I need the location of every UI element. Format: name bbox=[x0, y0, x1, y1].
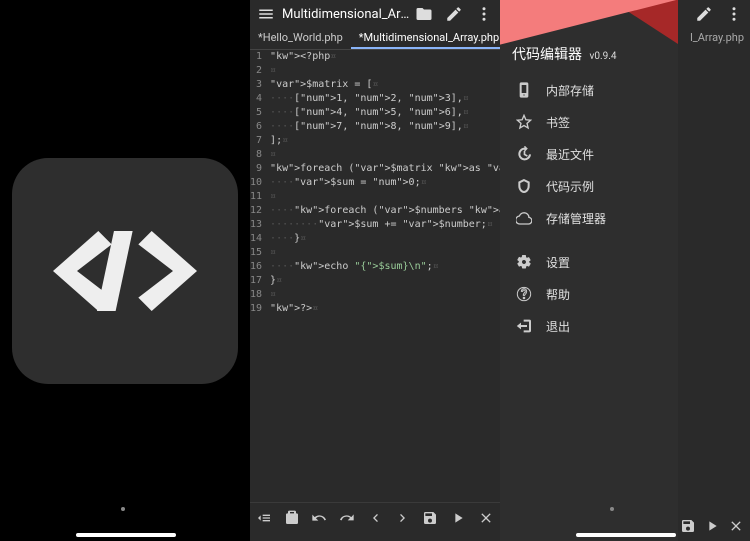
drawer-item-label: 内部存储 bbox=[546, 82, 594, 99]
drawer-app-name: 代码编辑器 bbox=[512, 47, 582, 63]
drawer-item-label: 最近文件 bbox=[546, 146, 594, 163]
cloud-icon bbox=[516, 210, 532, 226]
save-icon[interactable] bbox=[420, 508, 440, 528]
drawer-item-label: 设置 bbox=[546, 254, 570, 271]
arrow-left-icon[interactable] bbox=[365, 508, 385, 528]
redo-icon[interactable] bbox=[337, 508, 357, 528]
nav-home-bar[interactable] bbox=[576, 533, 676, 537]
drawer-item-gear[interactable]: 设置 bbox=[500, 246, 678, 278]
menu-icon[interactable] bbox=[254, 2, 278, 26]
gear-icon bbox=[516, 254, 532, 270]
tab-hello-world[interactable]: *Hello_World.php bbox=[250, 28, 351, 49]
panel-editor: Multidimensional_Array... *Hello_World.p… bbox=[250, 0, 500, 541]
drawer-header: 代码编辑器 v0.9.4 bbox=[500, 0, 678, 74]
arrow-right-icon[interactable] bbox=[393, 508, 413, 528]
line-number-gutter: 12345678910111213141516171819 bbox=[250, 50, 266, 502]
drawer-item-exit[interactable]: 退出 bbox=[500, 310, 678, 342]
drawer-item-label: 存储管理器 bbox=[546, 210, 606, 227]
clipboard-icon[interactable] bbox=[282, 508, 302, 528]
drawer-version: v0.9.4 bbox=[589, 51, 616, 62]
drawer-item-label: 帮助 bbox=[546, 286, 570, 303]
drawer-item-label: 书签 bbox=[546, 114, 570, 131]
play-icon[interactable] bbox=[448, 508, 468, 528]
nav-home-bar[interactable] bbox=[76, 533, 176, 537]
overflow-icon[interactable] bbox=[472, 2, 496, 26]
editor-title: Multidimensional_Array... bbox=[278, 7, 412, 22]
bg-tab-label[interactable]: l_Array.php bbox=[684, 28, 750, 50]
pencil-icon[interactable] bbox=[442, 2, 466, 26]
app-icon bbox=[12, 158, 238, 384]
overflow-icon[interactable] bbox=[722, 2, 746, 26]
drawer-item-phone[interactable]: 内部存储 bbox=[500, 74, 678, 106]
help-icon bbox=[516, 286, 532, 302]
code-editor[interactable]: 12345678910111213141516171819 "kw"><?php… bbox=[250, 50, 500, 502]
indent-icon[interactable] bbox=[254, 508, 274, 528]
editor-topbar: Multidimensional_Array... bbox=[250, 0, 500, 28]
panel-drawer: l_Array.php 代码编辑器 v0.9.4 内部存储书签最近文件代码示例存… bbox=[500, 0, 750, 541]
sample-icon bbox=[516, 178, 532, 194]
editor-tabs: *Hello_World.php *Multidimensional_Array… bbox=[250, 28, 500, 50]
drawer-item-history[interactable]: 最近文件 bbox=[500, 138, 678, 170]
editor-bottombar bbox=[250, 502, 500, 532]
save-icon[interactable] bbox=[680, 518, 696, 534]
page-indicator-dot bbox=[121, 507, 125, 511]
panel-appicon bbox=[0, 0, 250, 541]
drawer-item-star[interactable]: 书签 bbox=[500, 106, 678, 138]
phone-icon bbox=[516, 82, 532, 98]
close-icon[interactable] bbox=[476, 508, 496, 528]
page-indicator-dot bbox=[610, 507, 614, 511]
code-icon bbox=[45, 221, 205, 321]
history-icon bbox=[516, 146, 532, 162]
play-icon[interactable] bbox=[704, 518, 720, 534]
pencil-icon[interactable] bbox=[692, 2, 716, 26]
drawer-item-cloud[interactable]: 存储管理器 bbox=[500, 202, 678, 234]
drawer-item-sample[interactable]: 代码示例 bbox=[500, 170, 678, 202]
close-icon[interactable] bbox=[728, 518, 744, 534]
star-icon bbox=[516, 114, 532, 130]
drawer-item-help[interactable]: 帮助 bbox=[500, 278, 678, 310]
code-area[interactable]: "kw"><?php¤¤"var">$matrix = [¤····["num"… bbox=[266, 50, 500, 502]
drawer-item-label: 代码示例 bbox=[546, 178, 594, 195]
tab-multidimensional-array[interactable]: *Multidimensional_Array.php bbox=[351, 28, 507, 49]
folder-icon[interactable] bbox=[412, 2, 436, 26]
exit-icon bbox=[516, 318, 532, 334]
bg-topbar bbox=[692, 0, 750, 28]
undo-icon[interactable] bbox=[309, 508, 329, 528]
drawer-item-label: 退出 bbox=[546, 318, 570, 335]
bg-bottombar bbox=[680, 518, 750, 534]
navigation-drawer: 代码编辑器 v0.9.4 内部存储书签最近文件代码示例存储管理器 设置帮助退出 bbox=[500, 0, 678, 541]
